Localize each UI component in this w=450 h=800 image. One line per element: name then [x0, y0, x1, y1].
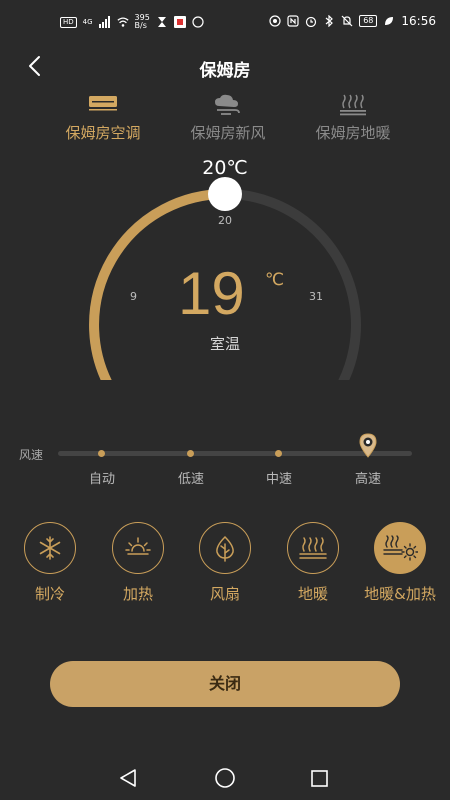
- leaf-status-icon: [385, 17, 394, 25]
- fan-speed-option[interactable]: 低速: [161, 468, 221, 487]
- battery-level: 68: [359, 15, 378, 27]
- dial-mid-label: 20: [218, 214, 232, 227]
- fan-speed-pin-icon[interactable]: [357, 432, 379, 458]
- hd-badge: HD: [60, 16, 77, 28]
- eye-comfort-icon: [269, 15, 281, 27]
- room-temperature: 19: [178, 260, 245, 327]
- tab-label: 保姆房空调: [65, 124, 141, 142]
- wifi-icon: [116, 17, 129, 27]
- floor-heating-icon: [340, 94, 366, 116]
- snowflake-icon: [39, 536, 61, 560]
- signal-icon: [98, 16, 110, 28]
- mode-label: 风扇: [209, 585, 240, 603]
- status-right: 68 16:56: [269, 14, 436, 28]
- alarm-icon: [306, 16, 317, 27]
- dial-max-label: 31: [309, 290, 323, 303]
- mode-circle[interactable]: [374, 522, 426, 574]
- dial-knob[interactable]: [208, 177, 242, 211]
- floor-heat-icon: [299, 537, 327, 559]
- nav-recents-icon[interactable]: [311, 770, 328, 787]
- mode-circle[interactable]: [199, 522, 251, 574]
- chat-icon: [192, 16, 204, 28]
- mode-fan[interactable]: 风扇: [185, 522, 265, 604]
- mode-floor-heat-and-heat[interactable]: 地暖&加热: [360, 522, 440, 604]
- mode-label: 地暖&加热: [364, 585, 436, 603]
- leaf-icon: [216, 535, 234, 562]
- tab-label: 保姆房地暖: [315, 124, 391, 142]
- status-left: HD 4G 395 B/s: [60, 14, 204, 30]
- mode-floor-heat[interactable]: 地暖: [273, 522, 353, 604]
- status-bar: HD 4G 395 B/s 68 16:56: [0, 0, 450, 44]
- nav-home-icon[interactable]: [215, 768, 235, 788]
- fan-speed-stop-low[interactable]: [187, 450, 194, 457]
- fan-speed-option[interactable]: 自动: [72, 468, 132, 487]
- power-off-button[interactable]: 关闭: [50, 661, 400, 707]
- signal-type: 4G: [82, 18, 93, 26]
- fan-speed-option[interactable]: 中速: [249, 468, 309, 487]
- page-title: 保姆房: [199, 61, 251, 81]
- tab-air-conditioner[interactable]: 保姆房空调: [33, 92, 173, 143]
- mode-label: 制冷: [34, 585, 65, 603]
- fresh-air-icon: [215, 94, 240, 115]
- net-speed-unit: B/s: [134, 21, 147, 30]
- tab-label: 保姆房新风: [190, 124, 266, 142]
- mute-icon: [341, 15, 353, 27]
- system-nav-bar: [120, 768, 328, 788]
- room-temperature-label: 室温: [209, 335, 240, 353]
- fan-speed-stop-auto[interactable]: [98, 450, 105, 457]
- mode-circle[interactable]: [112, 522, 164, 574]
- tab-fresh-air[interactable]: 保姆房新风: [158, 92, 298, 143]
- fan-speed-title: 风速: [19, 448, 44, 462]
- app-notification-icon: [173, 16, 186, 28]
- mode-cool[interactable]: 制冷: [10, 522, 90, 604]
- tab-floor-heating[interactable]: 保姆房地暖: [283, 92, 423, 143]
- dial-min-label: 9: [130, 290, 137, 303]
- sun-icon: [125, 537, 151, 555]
- mode-label: 地暖: [297, 585, 328, 603]
- floor-heat-sun-icon: [383, 535, 418, 561]
- status-time: 16:56: [401, 14, 436, 28]
- air-conditioner-icon: [89, 96, 117, 111]
- room-temperature-unit: ℃: [265, 270, 285, 290]
- mode-circle[interactable]: [287, 522, 339, 574]
- nav-back-icon[interactable]: [120, 769, 136, 787]
- bluetooth-icon: [325, 15, 334, 27]
- fan-speed-stop-medium[interactable]: [275, 450, 282, 457]
- hourglass-icon: [157, 17, 166, 27]
- nfc-icon: [287, 15, 299, 27]
- net-speed: 395 B/s: [135, 14, 150, 30]
- mode-heat[interactable]: 加热: [98, 522, 178, 604]
- fan-speed-option[interactable]: 高速: [338, 468, 398, 487]
- mode-circle[interactable]: [24, 522, 76, 574]
- mode-label: 加热: [122, 585, 153, 603]
